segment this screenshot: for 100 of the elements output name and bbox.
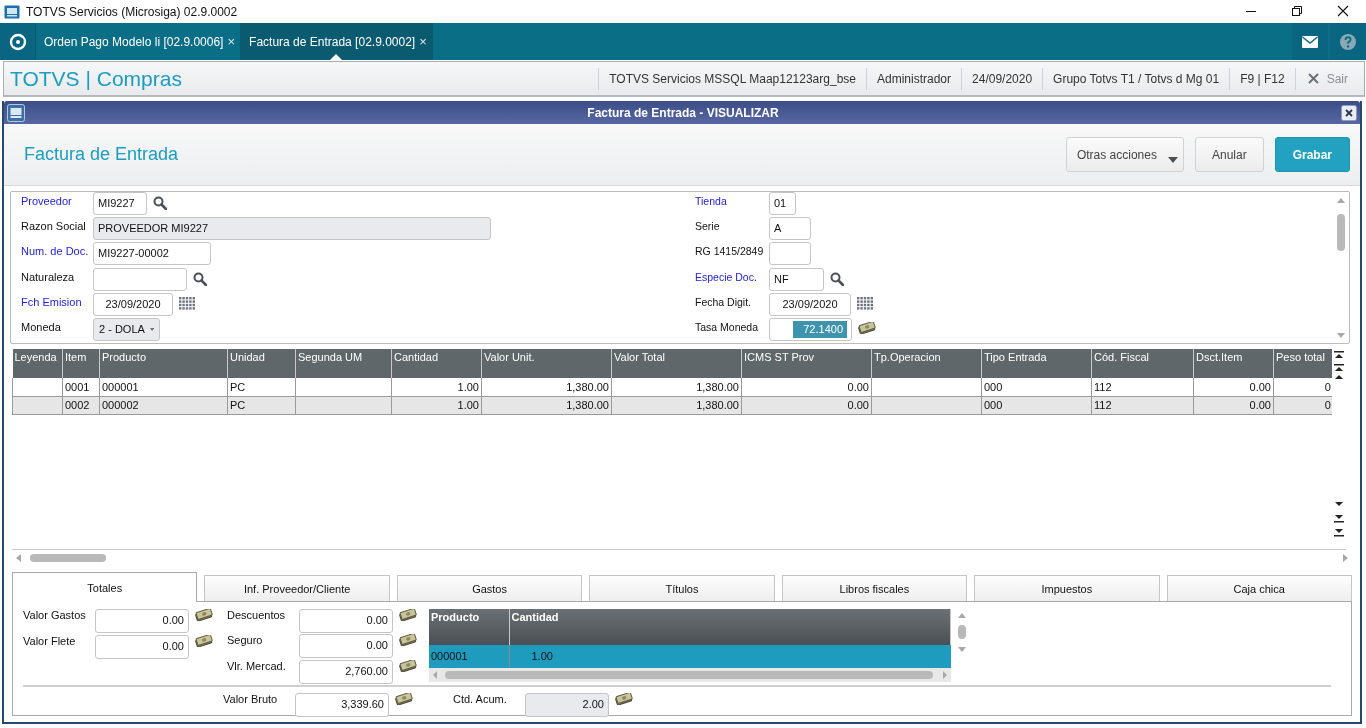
tab[interactable]: Inf. Proveedor/Cliente — [204, 575, 390, 601]
cash-icon[interactable] — [395, 693, 413, 705]
field-label: Moneda — [21, 319, 62, 334]
table-cell: 1.00 — [391, 378, 482, 396]
input-field[interactable]: 3,339.60 — [295, 693, 389, 717]
input-field[interactable]: 0.00 — [299, 609, 393, 633]
field-label: Valor Gastos — [23, 609, 87, 623]
page-heading: Factura de Entrada — [24, 144, 179, 165]
search-icon[interactable] — [153, 196, 167, 210]
table-cell: 0001 — [62, 378, 100, 396]
input-field[interactable]: MI9227 — [93, 192, 147, 215]
field-label: Valor Bruto — [223, 693, 279, 707]
header-info: TOTVS Servicios MSSQL Maap12123arg_bse — [598, 67, 866, 90]
cash-icon[interactable] — [399, 659, 417, 672]
column-header[interactable]: Valor Total — [611, 349, 742, 378]
tab[interactable]: Libros fiscales — [781, 575, 968, 601]
input-field[interactable]: 2.00 — [525, 693, 609, 717]
input-field[interactable]: 23/09/2020 — [93, 292, 173, 316]
field-label: Valor Flete — [23, 635, 77, 649]
tab[interactable]: Títulos — [589, 575, 775, 601]
cash-icon[interactable] — [399, 609, 417, 621]
column-header[interactable]: Tipo Entrada — [981, 349, 1092, 378]
field-label: RG 1415/2849 — [695, 244, 765, 259]
input-field[interactable]: 0.00 — [95, 609, 189, 633]
input-field[interactable]: 0.00 — [299, 634, 393, 659]
cash-icon[interactable] — [195, 609, 213, 621]
input-field[interactable]: 72.1400 — [769, 317, 852, 341]
dropdown[interactable]: 2 - DOLA — [93, 317, 160, 341]
logo-icon — [8, 32, 27, 51]
cash-icon[interactable] — [858, 321, 876, 334]
table-cell: 0.00 — [1193, 378, 1274, 396]
mail-button[interactable] — [1292, 23, 1328, 60]
close-tab-button[interactable]: × — [419, 34, 427, 49]
field-label: Descuentos — [227, 609, 287, 623]
column-header[interactable]: Unidad — [227, 349, 296, 378]
input-field[interactable] — [93, 267, 187, 291]
tab[interactable]: Caja chica — [1166, 575, 1352, 601]
mail-icon — [1302, 35, 1318, 48]
cash-icon[interactable] — [615, 693, 633, 705]
tab[interactable]: Impuestos — [974, 575, 1160, 601]
input-field[interactable]: 0.00 — [95, 635, 189, 659]
app-icon — [4, 3, 20, 20]
help-button[interactable] — [1330, 23, 1366, 60]
input-field[interactable]: MI9227-00002 — [93, 242, 211, 266]
input-field[interactable]: 2,760.00 — [299, 659, 393, 684]
field-label: Vlr. Mercad. — [227, 659, 287, 674]
column-header[interactable]: Cód. Fiscal — [1091, 349, 1194, 378]
field-label: Ctd. Acum. — [453, 693, 508, 707]
help-icon — [1339, 32, 1357, 51]
table-cell: PC — [227, 378, 296, 396]
field-label: Serie — [695, 219, 721, 234]
field-label: Razon Social — [21, 219, 87, 234]
input-field[interactable]: 23/09/2020 — [769, 292, 851, 316]
calendar-icon[interactable] — [179, 296, 195, 311]
field-label: Tasa Moneda — [695, 319, 760, 334]
input-field[interactable]: NF — [769, 267, 824, 291]
module-title: TOTVS | Compras — [9, 66, 182, 91]
field-label: Tienda — [695, 194, 728, 208]
home-button[interactable] — [0, 23, 36, 60]
close-icon — [1307, 73, 1319, 84]
tab[interactable]: Gastos — [396, 575, 583, 601]
calendar-icon[interactable] — [857, 296, 873, 311]
column-header[interactable]: Producto — [429, 609, 509, 645]
close-icon[interactable] — [1341, 104, 1357, 121]
tab[interactable]: Totales — [12, 572, 198, 602]
column-header[interactable]: Cantidad — [509, 609, 951, 645]
cash-icon[interactable] — [399, 634, 417, 647]
search-icon[interactable] — [193, 271, 207, 286]
column-header[interactable]: Tp.Operacion — [871, 349, 982, 378]
input-field[interactable] — [769, 242, 811, 266]
field-label: Naturaleza — [21, 269, 76, 284]
close-tab-button[interactable]: × — [227, 34, 236, 49]
column-header[interactable]: Dsct.Item — [1193, 349, 1274, 378]
header-info: Grupo Totvs T1 / Totvs d Mg 01 — [1042, 67, 1230, 90]
action-button[interactable]: Anular — [1194, 137, 1264, 172]
column-header[interactable]: Cantidad — [391, 349, 482, 378]
table-cell: 000 — [981, 378, 1092, 396]
search-icon[interactable] — [830, 271, 844, 286]
field-label: Num. de Doc. — [21, 244, 90, 259]
input-field[interactable]: PROVEEDOR MI9227 — [93, 217, 491, 241]
input-field[interactable]: 01 — [769, 192, 796, 215]
dialog-icon — [7, 103, 25, 122]
field-label: Fch Emision — [21, 294, 83, 309]
cash-icon[interactable] — [195, 635, 213, 647]
field-label: Seguro — [227, 634, 264, 649]
tab[interactable]: Factura de Entrada [02.9.0002] × — [241, 23, 433, 60]
column-header[interactable]: Producto — [99, 349, 228, 378]
scrollbar[interactable] — [429, 668, 951, 682]
menu-button[interactable]: Otras acciones — [1065, 137, 1184, 172]
column-header[interactable]: Peso total — [1273, 349, 1332, 378]
field-label: Proveedor — [21, 194, 73, 208]
column-header[interactable]: Leyenda — [12, 349, 63, 378]
column-header[interactable]: Segunda UM — [295, 349, 392, 378]
table-cell: 0.00 — [741, 378, 872, 396]
field-label: Especie Doc. — [695, 269, 758, 284]
column-header[interactable]: ICMS ST Prov — [741, 349, 872, 378]
caret-icon — [149, 325, 154, 333]
column-header[interactable]: Valor Unit. — [481, 349, 612, 378]
input-field[interactable]: A — [769, 217, 811, 241]
column-header[interactable]: Item — [62, 349, 100, 378]
